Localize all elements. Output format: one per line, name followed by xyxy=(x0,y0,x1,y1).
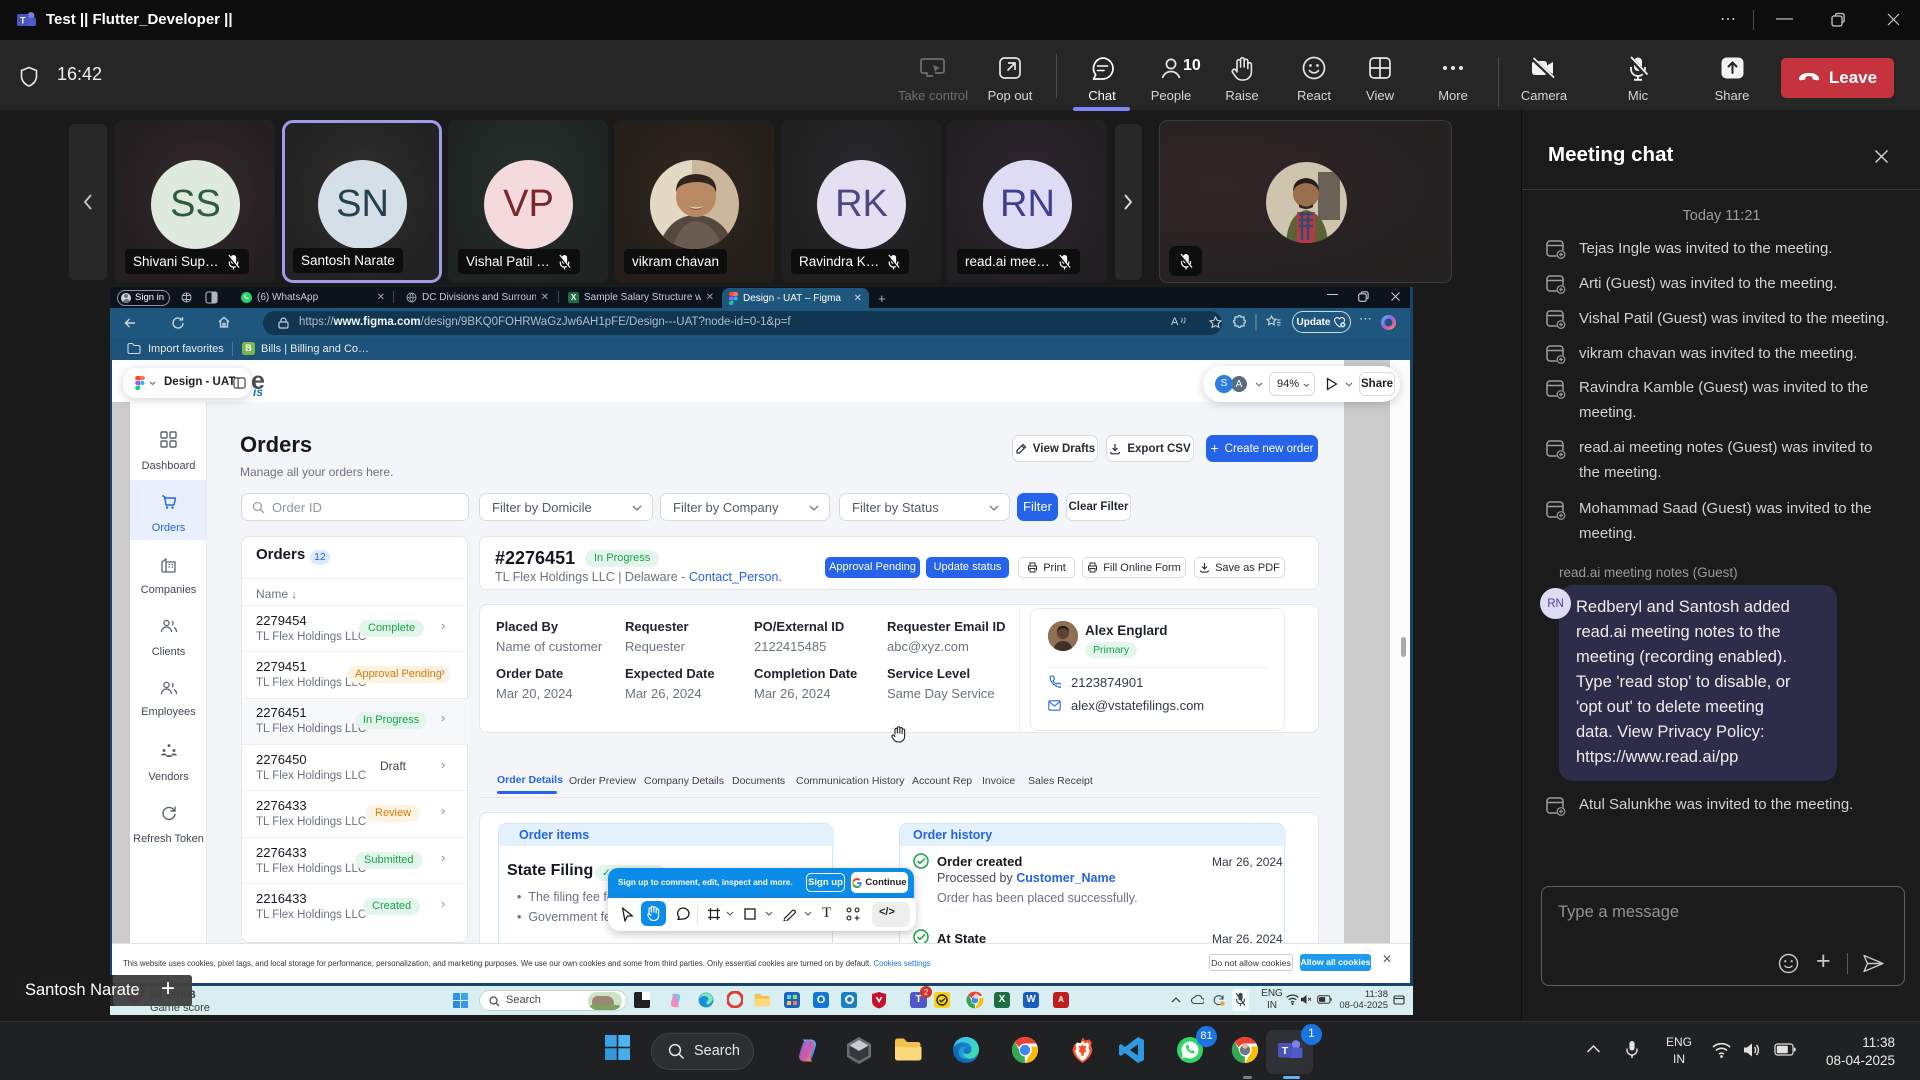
svg-text:T: T xyxy=(20,15,26,25)
svg-text:T: T xyxy=(1282,1045,1289,1057)
